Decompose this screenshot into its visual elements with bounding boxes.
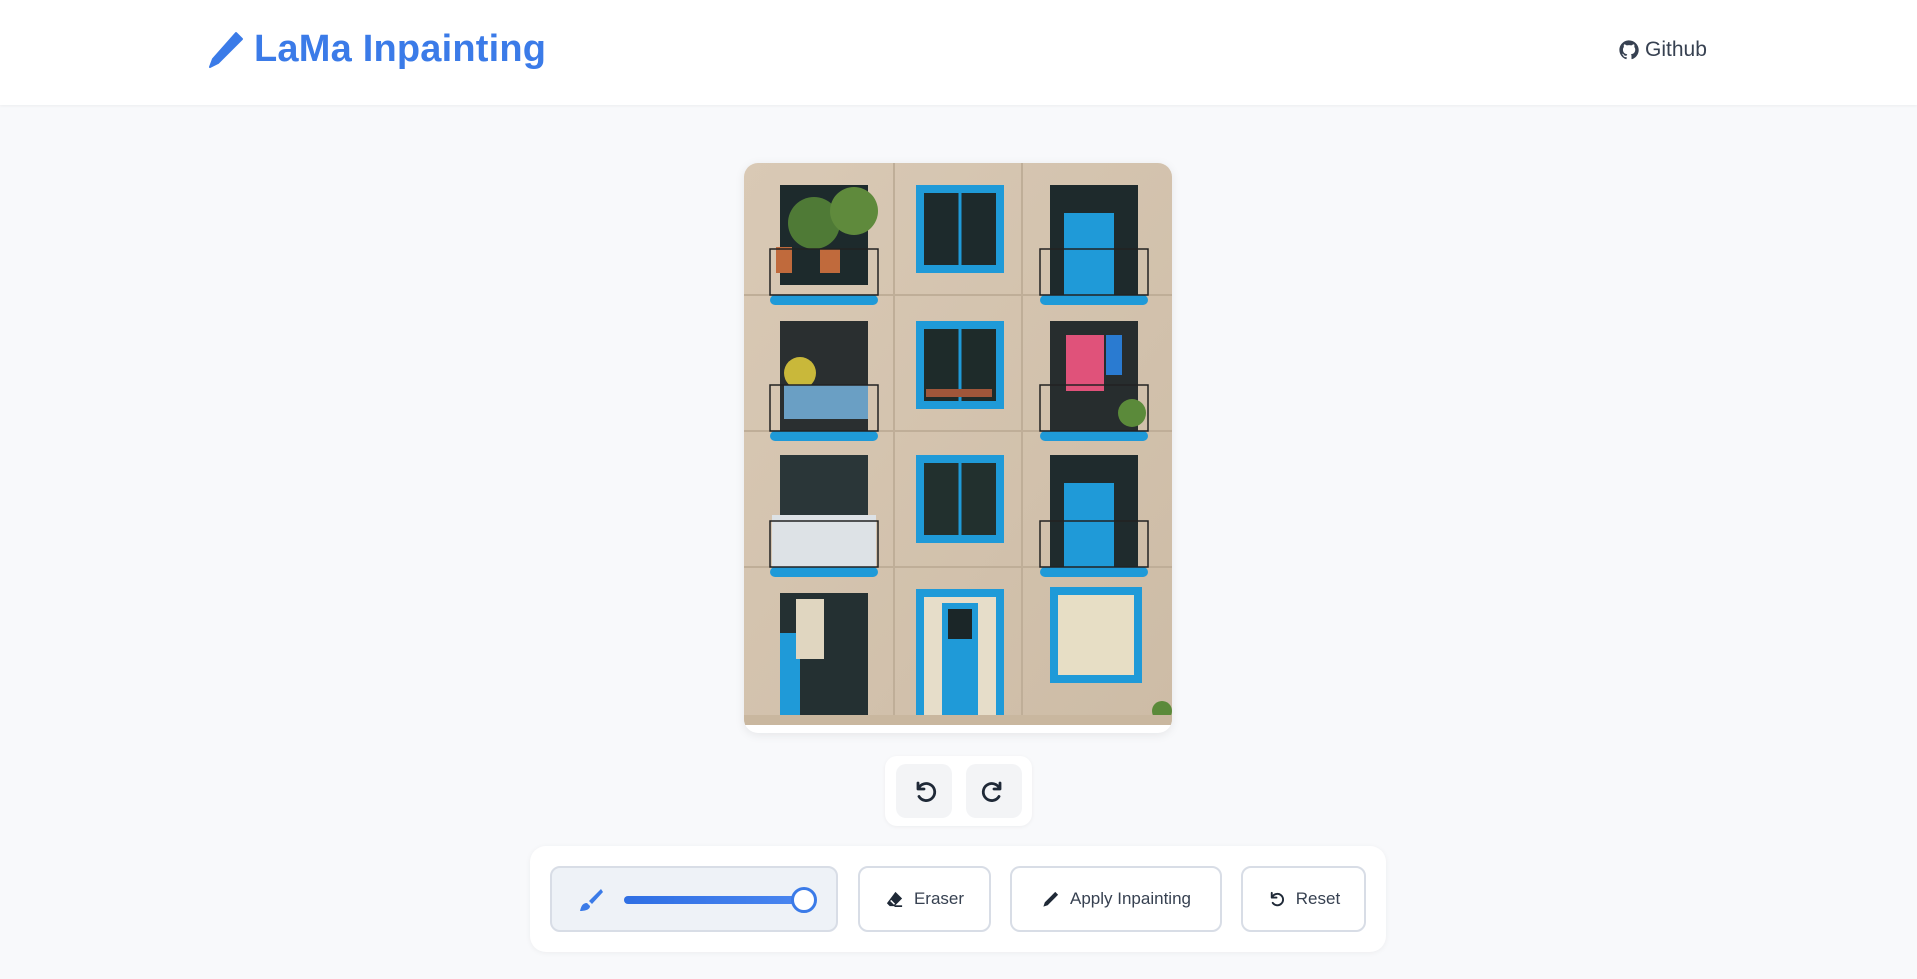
- apply-inpainting-button[interactable]: Apply Inpainting: [1010, 866, 1222, 932]
- eraser-icon: [886, 891, 903, 907]
- pencil-icon: [209, 31, 243, 68]
- app-header: LaMa Inpainting Github: [0, 0, 1917, 105]
- github-icon: [1619, 40, 1639, 60]
- history-controls: [885, 756, 1032, 826]
- eraser-button[interactable]: Eraser: [858, 866, 991, 932]
- brand: LaMa Inpainting: [206, 28, 546, 71]
- redo-button[interactable]: [965, 764, 1022, 818]
- eraser-label: Eraser: [913, 889, 965, 908]
- reset-button[interactable]: Reset: [1241, 866, 1366, 932]
- inpainting-canvas[interactable]: [744, 163, 1172, 733]
- github-label: Github: [1645, 38, 1707, 61]
- undo-icon: [916, 781, 936, 802]
- reset-icon: [1270, 891, 1284, 906]
- undo-button[interactable]: [895, 764, 952, 818]
- app-title: LaMa Inpainting: [254, 28, 547, 70]
- pencil-icon: [1043, 891, 1059, 907]
- brush-size-control: [550, 866, 838, 932]
- reset-label: Reset: [1295, 889, 1341, 908]
- redo-icon: [981, 781, 1001, 802]
- building-facade-image[interactable]: [744, 163, 1172, 725]
- github-link[interactable]: Github: [1618, 38, 1707, 62]
- brush-size-slider-thumb[interactable]: [791, 887, 817, 913]
- toolbar: Eraser Apply Inpainting Reset: [530, 846, 1386, 952]
- brush-size-slider[interactable]: [624, 887, 817, 913]
- brush-icon[interactable]: [576, 886, 604, 914]
- apply-inpainting-label: Apply Inpainting: [1070, 889, 1191, 908]
- brush-size-slider-fill: [624, 896, 804, 904]
